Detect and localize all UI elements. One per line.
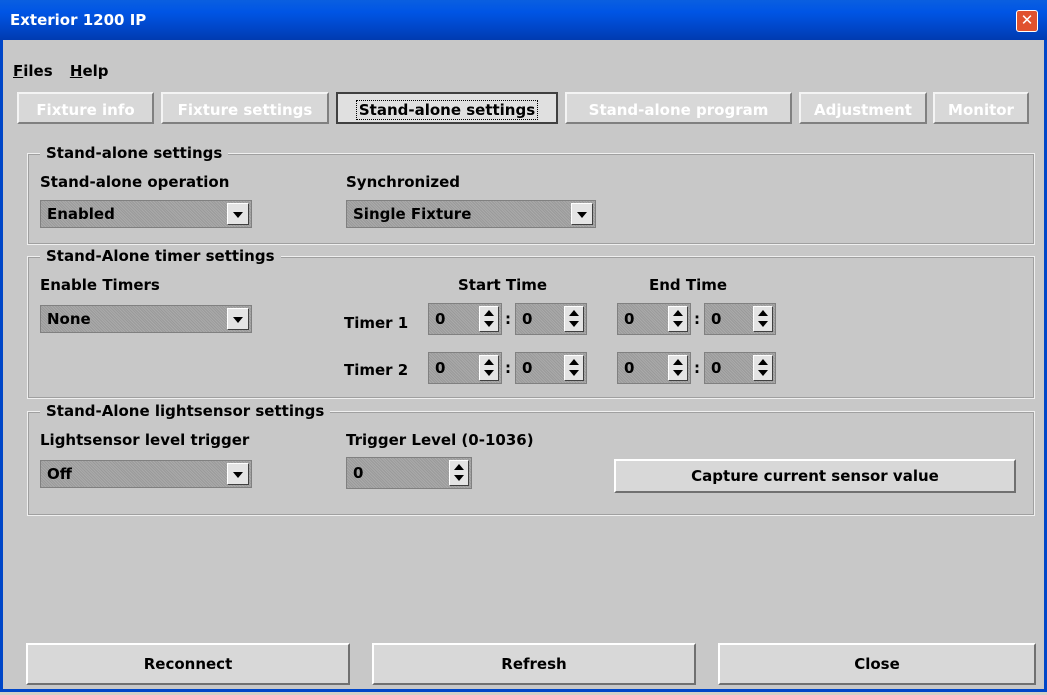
timer1-end-minute[interactable]: 0 <box>704 303 776 335</box>
chevron-down-icon[interactable] <box>227 203 249 225</box>
trigger-select[interactable]: Off <box>40 460 252 488</box>
chevron-down-icon[interactable] <box>227 463 249 485</box>
standalone-legend: Stand-alone settings <box>40 144 229 162</box>
colon-separator: : <box>505 359 511 377</box>
tab-stand-alone-settings[interactable]: Stand-alone settings <box>336 92 558 124</box>
timer2-start-hour[interactable]: 0 <box>428 352 502 384</box>
sync-select[interactable]: Single Fixture <box>346 200 596 228</box>
timer1-end-hour[interactable]: 0 <box>617 303 691 335</box>
spin-arrows-icon[interactable] <box>668 355 688 381</box>
trigger-value: Off <box>47 465 72 483</box>
enable-timers-value: None <box>47 310 91 328</box>
reconnect-button[interactable]: Reconnect <box>26 643 350 685</box>
app-window: Exterior 1200 IP ✕ Files Help Fixture in… <box>0 0 1047 692</box>
trigger-level-label: Trigger Level (0-1036) <box>346 431 534 449</box>
spin-arrows-icon[interactable] <box>564 306 584 332</box>
trigger-level-value: 0 <box>353 464 364 482</box>
menu-files[interactable]: Files <box>13 62 53 80</box>
timer1-start-minute[interactable]: 0 <box>515 303 587 335</box>
operation-select[interactable]: Enabled <box>40 200 252 228</box>
timer-legend: Stand-Alone timer settings <box>40 247 281 265</box>
spin-arrows-icon[interactable] <box>449 460 469 486</box>
spin-arrows-icon[interactable] <box>668 306 688 332</box>
chevron-down-icon[interactable] <box>227 308 249 330</box>
spin-arrows-icon[interactable] <box>753 355 773 381</box>
tab-fixture-settings[interactable]: Fixture settings <box>161 92 329 124</box>
window-border-left <box>0 40 3 692</box>
spin-arrows-icon[interactable] <box>564 355 584 381</box>
chevron-down-icon[interactable] <box>571 203 593 225</box>
sync-value: Single Fixture <box>353 205 472 223</box>
tab-stand-alone-program[interactable]: Stand-alone program <box>565 92 792 124</box>
timer2-end-minute[interactable]: 0 <box>704 352 776 384</box>
colon-separator: : <box>505 310 511 328</box>
operation-value: Enabled <box>47 205 115 223</box>
trigger-level-spinner[interactable]: 0 <box>346 457 472 489</box>
standalone-group: Stand-alone settings Stand-alone operati… <box>27 144 1035 245</box>
start-time-label: Start Time <box>458 276 548 294</box>
enable-timers-label: Enable Timers <box>40 276 160 294</box>
tab-monitor[interactable]: Monitor <box>933 92 1029 124</box>
lightsensor-group: Stand-Alone lightsensor settings Lightse… <box>27 402 1035 516</box>
colon-separator: : <box>694 310 700 328</box>
window-title: Exterior 1200 IP <box>10 11 147 29</box>
refresh-button[interactable]: Refresh <box>372 643 696 685</box>
menu-help[interactable]: Help <box>70 62 109 80</box>
timer1-label: Timer 1 <box>344 314 409 332</box>
title-bar[interactable]: Exterior 1200 IP ✕ <box>0 0 1047 40</box>
end-time-label: End Time <box>649 276 728 294</box>
enable-timers-select[interactable]: None <box>40 305 252 333</box>
colon-separator: : <box>694 359 700 377</box>
window-close-icon[interactable]: ✕ <box>1016 10 1038 32</box>
lightsensor-legend: Stand-Alone lightsensor settings <box>40 402 331 420</box>
sync-label: Synchronized <box>346 173 460 191</box>
timer-group: Stand-Alone timer settings Enable Timers… <box>27 247 1035 399</box>
window-border-bottom <box>0 689 1047 692</box>
spin-arrows-icon[interactable] <box>479 355 499 381</box>
menu-bar: Files Help <box>13 62 121 80</box>
spin-arrows-icon[interactable] <box>479 306 499 332</box>
timer2-start-minute[interactable]: 0 <box>515 352 587 384</box>
operation-label: Stand-alone operation <box>40 173 230 191</box>
spin-arrows-icon[interactable] <box>753 306 773 332</box>
timer1-start-hour[interactable]: 0 <box>428 303 502 335</box>
tab-fixture-info[interactable]: Fixture info <box>17 92 154 124</box>
close-button[interactable]: Close <box>718 643 1036 685</box>
trigger-label: Lightsensor level trigger <box>40 431 250 449</box>
timer2-label: Timer 2 <box>344 361 409 379</box>
timer2-end-hour[interactable]: 0 <box>617 352 691 384</box>
capture-sensor-button[interactable]: Capture current sensor value <box>614 459 1016 493</box>
tab-adjustment[interactable]: Adjustment <box>799 92 927 124</box>
